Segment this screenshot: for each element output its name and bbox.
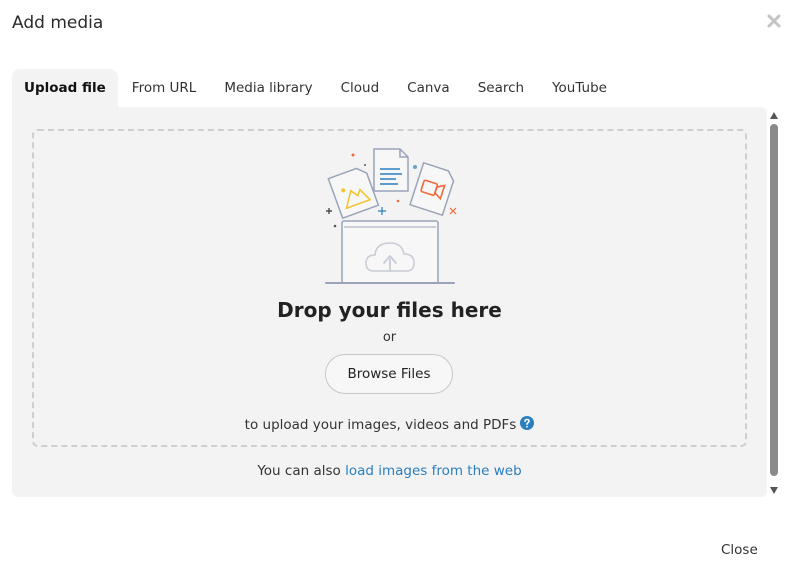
upload-note-text: to upload your images, videos and PDFs xyxy=(244,417,517,433)
panel-scrollbar[interactable] xyxy=(768,109,780,496)
question-circle-icon[interactable] xyxy=(520,416,535,430)
close-x-icon[interactable] xyxy=(766,12,782,30)
scroll-up-arrow-icon[interactable] xyxy=(770,112,778,119)
tab-from-url[interactable]: From URL xyxy=(118,69,211,107)
tab-upload-file[interactable]: Upload file xyxy=(12,69,118,107)
close-button[interactable]: Close xyxy=(715,540,764,560)
load-from-web-line: You can also load images from the web xyxy=(12,463,767,479)
tab-canva[interactable]: Canva xyxy=(393,69,464,107)
upload-files-illustration xyxy=(325,148,457,284)
tab-media-library[interactable]: Media library xyxy=(210,69,326,107)
upload-note: to upload your images, videos and PDFs xyxy=(32,416,747,433)
scroll-thumb[interactable] xyxy=(770,124,778,476)
scroll-down-arrow-icon[interactable] xyxy=(770,487,778,494)
tab-bar: Upload file From URL Media library Cloud… xyxy=(12,69,621,107)
tab-search[interactable]: Search xyxy=(464,69,538,107)
or-separator: or xyxy=(382,330,397,345)
tab-cloud[interactable]: Cloud xyxy=(327,69,394,107)
browse-files-button[interactable]: Browse Files xyxy=(325,354,453,394)
dialog-title: Add media xyxy=(12,13,104,33)
load-from-web-prefix: You can also xyxy=(257,463,346,479)
load-from-web-link[interactable]: load images from the web xyxy=(345,463,522,479)
drop-files-heading: Drop your files here xyxy=(277,298,502,322)
tab-youtube[interactable]: YouTube xyxy=(538,69,621,107)
